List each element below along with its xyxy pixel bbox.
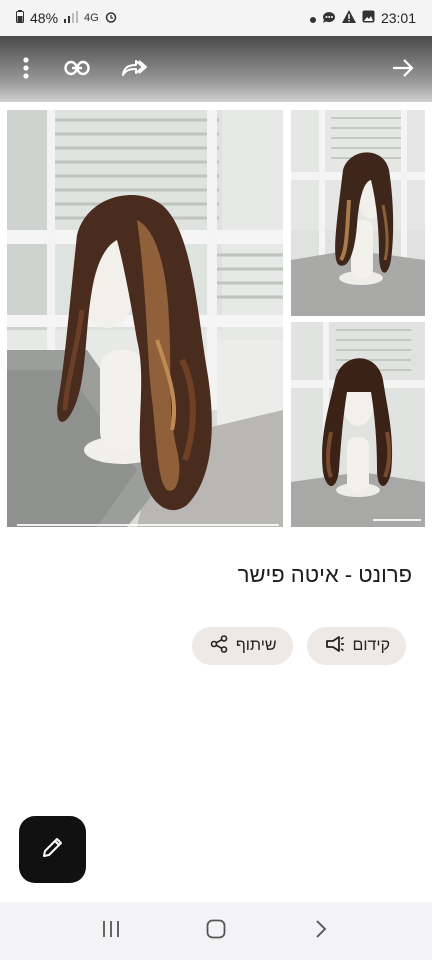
system-nav-bar [0, 902, 432, 960]
megaphone-icon [325, 635, 345, 658]
arrow-right-icon [392, 58, 414, 82]
gallery-indicator-small [373, 519, 421, 521]
recent-apps-button[interactable] [91, 911, 131, 951]
promote-label: קידום [352, 637, 390, 654]
signal-icon [64, 10, 79, 26]
battery-percent: 48% [30, 10, 59, 26]
next-arrow-button[interactable] [383, 50, 423, 90]
gallery-icon [362, 10, 375, 26]
share-icon [210, 634, 228, 658]
home-button[interactable] [196, 911, 236, 951]
link-icon [64, 60, 90, 81]
wig-photo-main[interactable] [7, 110, 283, 527]
copy-link-button[interactable] [57, 50, 97, 90]
status-right: 23:01 [309, 10, 416, 27]
clock-time: 23:01 [380, 10, 416, 26]
network-type: 4G [84, 12, 99, 24]
chat-icon [322, 10, 336, 27]
action-chips: קידום שיתוף [191, 627, 406, 665]
share-button[interactable]: שיתוף [191, 627, 293, 665]
more-options-button[interactable] [6, 50, 46, 90]
wig-on-mannequin-image [7, 110, 283, 527]
photo-gallery [0, 102, 432, 534]
gallery-indicator [17, 524, 279, 526]
back-button[interactable] [301, 911, 341, 951]
wig-photo-top[interactable] [291, 110, 425, 316]
more-vert-icon [23, 56, 29, 84]
back-icon [315, 919, 327, 944]
promote-button[interactable]: קידום [306, 627, 406, 665]
alarm-icon [105, 10, 117, 26]
image-toolbar [0, 36, 432, 102]
wig-on-mannequin-image [291, 110, 425, 316]
wig-on-mannequin-image [291, 322, 425, 527]
forward-button[interactable] [114, 50, 154, 90]
share-label: שיתוף [235, 637, 277, 654]
share-forward-icon [121, 59, 147, 82]
edit-fab-button[interactable] [19, 816, 86, 883]
listing-title: פרונט - איטה פישר [237, 562, 412, 587]
status-bar: 48% 4G 23:01 [0, 0, 432, 36]
home-icon [206, 919, 226, 944]
edit-pencil-icon [41, 835, 65, 864]
warning-icon [341, 10, 356, 26]
wig-photo-bottom[interactable] [291, 322, 425, 527]
recent-apps-icon [101, 920, 121, 943]
battery-icon [16, 10, 24, 26]
status-left: 48% 4G [16, 10, 117, 26]
dot-icon [309, 10, 316, 26]
